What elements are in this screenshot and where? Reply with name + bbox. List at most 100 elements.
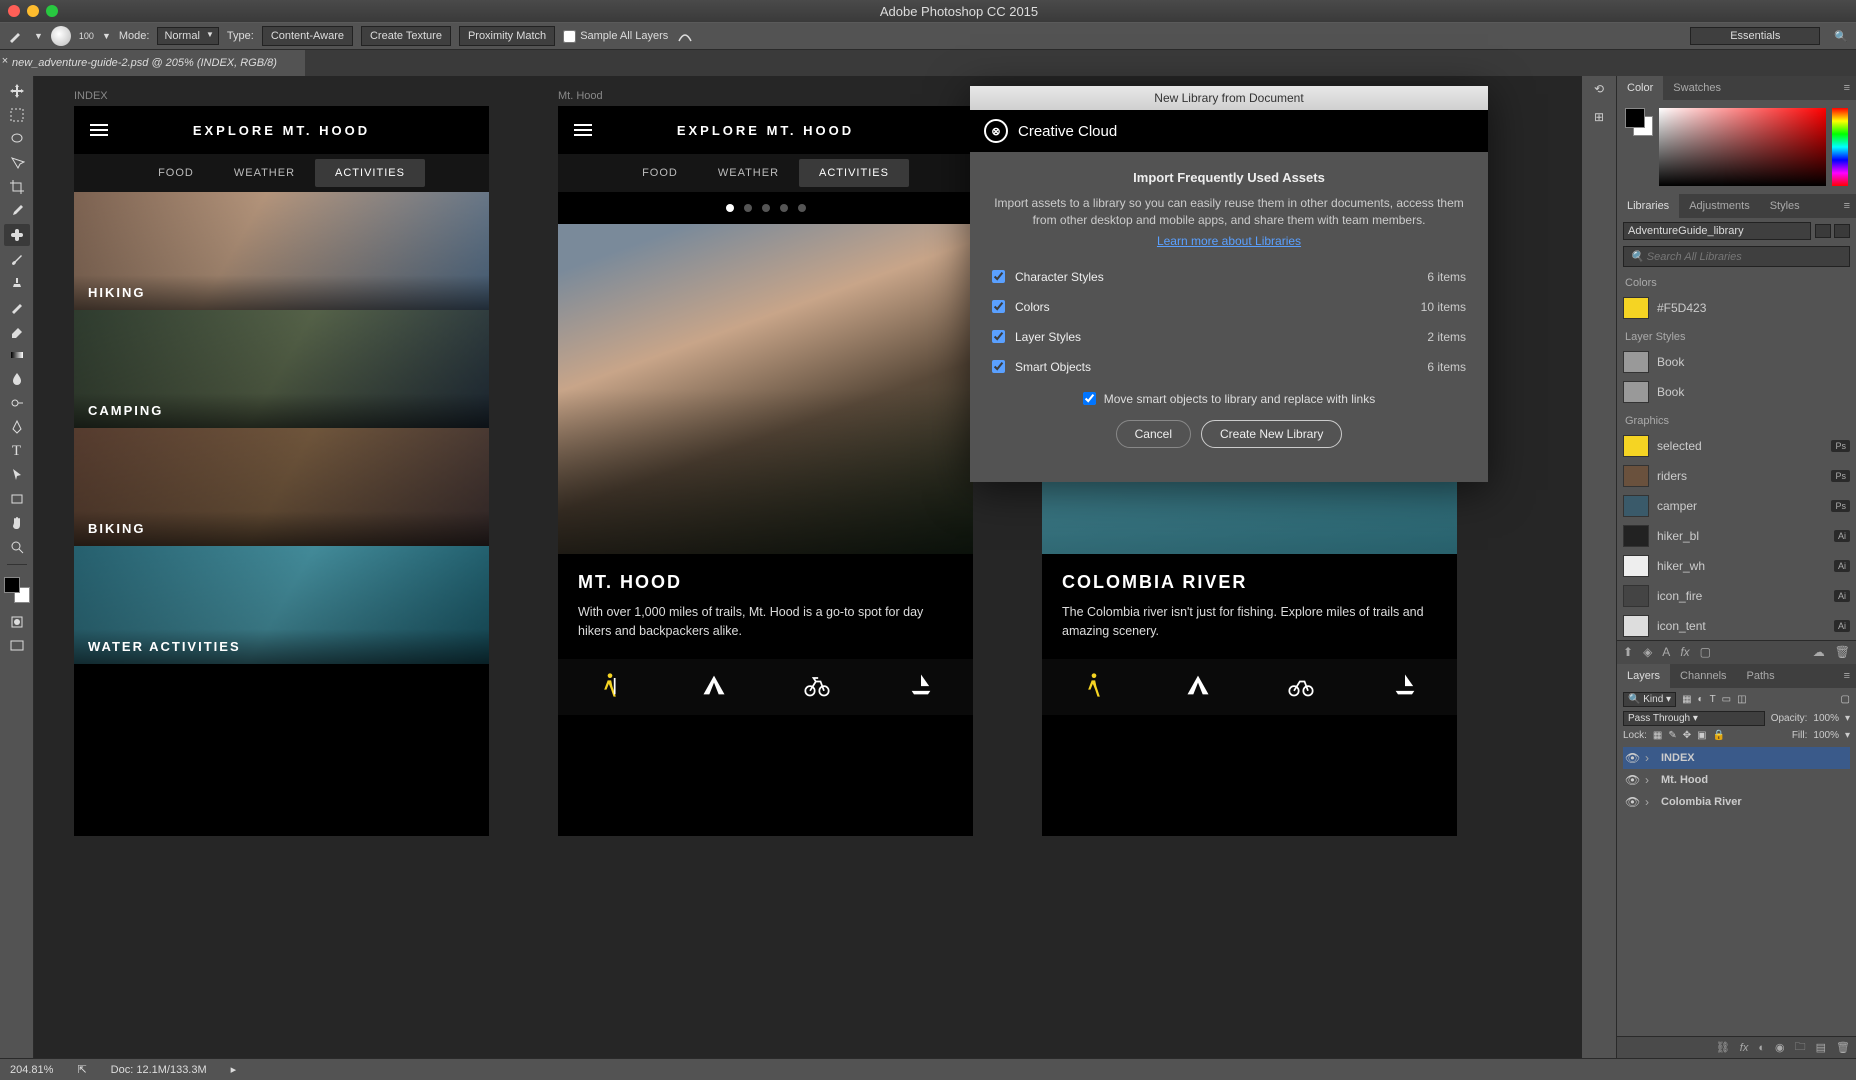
layer-row[interactable]: 👁›Colombia River — [1623, 791, 1850, 813]
library-item[interactable]: selectedPs — [1623, 431, 1850, 461]
close-window-button[interactable] — [8, 5, 20, 17]
list-view-icon[interactable] — [1834, 224, 1850, 238]
layer-fx-icon[interactable]: fx — [1740, 1042, 1749, 1054]
visibility-icon[interactable]: 👁 — [1625, 773, 1639, 787]
history-panel-icon[interactable]: ⟲ — [1594, 82, 1604, 96]
panel-menu-icon[interactable]: ≡ — [1838, 194, 1856, 218]
visibility-icon[interactable]: 👁 — [1625, 751, 1639, 765]
new-fill-icon[interactable]: ◉ — [1775, 1041, 1785, 1054]
screen-mode-tool[interactable] — [4, 635, 30, 657]
filter-type-icon[interactable]: T — [1710, 694, 1716, 705]
search-icon[interactable]: 🔍 — [1834, 30, 1848, 43]
library-item[interactable]: Book — [1623, 347, 1850, 377]
pressure-icon[interactable] — [676, 27, 694, 45]
library-item[interactable]: icon_fireAi — [1623, 581, 1850, 611]
content-aware-button[interactable]: Content-Aware — [262, 26, 353, 46]
dodge-tool[interactable] — [4, 392, 30, 414]
cancel-button[interactable]: Cancel — [1116, 420, 1191, 448]
type-tool[interactable]: T — [4, 440, 30, 462]
new-layer-icon[interactable]: ▤ — [1816, 1041, 1826, 1054]
fill-icon[interactable]: ▢ — [1700, 645, 1711, 659]
layer-row[interactable]: 👁›INDEX — [1623, 747, 1850, 769]
library-select[interactable]: AdventureGuide_library — [1623, 222, 1811, 240]
tab-libraries[interactable]: Libraries — [1617, 194, 1679, 218]
gradient-tool[interactable] — [4, 344, 30, 366]
fill-value[interactable]: 100% — [1813, 730, 1839, 741]
crop-tool[interactable] — [4, 176, 30, 198]
library-item[interactable]: icon_tentAi — [1623, 611, 1850, 640]
blend-mode-select[interactable]: Normal ▼ — [157, 27, 218, 45]
move-smart-objects-checkbox[interactable] — [1083, 392, 1096, 405]
zoom-level[interactable]: 204.81% — [10, 1064, 53, 1076]
chevron-down-icon[interactable]: ▼ — [102, 31, 111, 41]
library-item[interactable]: camperPs — [1623, 491, 1850, 521]
brush-tool[interactable] — [4, 248, 30, 270]
import-asset-row[interactable]: Colors10 items — [990, 292, 1468, 322]
library-item[interactable]: hiker_whAi — [1623, 551, 1850, 581]
document-tab[interactable]: × new_adventure-guide-2.psd @ 205% (INDE… — [0, 50, 305, 76]
create-library-button[interactable]: Create New Library — [1201, 420, 1342, 448]
grid-view-icon[interactable] — [1815, 224, 1831, 238]
proximity-match-button[interactable]: Proximity Match — [459, 26, 555, 46]
import-asset-row[interactable]: Layer Styles2 items — [990, 322, 1468, 352]
chevron-down-icon[interactable]: ▼ — [34, 31, 43, 41]
blur-tool[interactable] — [4, 368, 30, 390]
brush-preview[interactable] — [51, 26, 71, 46]
layer-mask-icon[interactable]: ◐ — [1758, 1042, 1765, 1054]
history-brush-tool[interactable] — [4, 296, 30, 318]
chevron-right-icon[interactable]: › — [1645, 773, 1655, 787]
zoom-window-button[interactable] — [46, 5, 58, 17]
blend-mode-select[interactable]: Pass Through ▾ — [1623, 711, 1765, 726]
trash-icon[interactable]: 🗑 — [1835, 645, 1850, 659]
library-search-input[interactable]: 🔍 Search All Libraries — [1623, 246, 1850, 267]
tab-adjustments[interactable]: Adjustments — [1679, 194, 1760, 218]
new-group-icon[interactable]: 🗀 — [1795, 1038, 1806, 1057]
quick-select-tool[interactable] — [4, 152, 30, 174]
chevron-right-icon[interactable]: › — [1645, 795, 1655, 809]
eyedropper-tool[interactable] — [4, 200, 30, 222]
tab-styles[interactable]: Styles — [1760, 194, 1810, 218]
panel-menu-icon[interactable]: ≡ — [1838, 76, 1856, 100]
pen-tool[interactable] — [4, 416, 30, 438]
close-tab-icon[interactable]: × — [0, 55, 12, 67]
filter-shape-icon[interactable]: ▭ — [1722, 694, 1731, 705]
lock-transparency-icon[interactable]: ▦ — [1653, 730, 1662, 741]
library-item[interactable]: hiker_blAi — [1623, 521, 1850, 551]
library-item[interactable]: Book — [1623, 377, 1850, 407]
status-menu-icon[interactable]: ▸ — [231, 1063, 237, 1076]
filter-toggle[interactable]: ▢ — [1841, 694, 1850, 705]
fx-icon[interactable]: fx — [1680, 645, 1689, 659]
tab-layers[interactable]: Layers — [1617, 664, 1670, 688]
library-item[interactable]: #F5D423 — [1623, 293, 1850, 323]
zoom-tool[interactable] — [4, 536, 30, 558]
color-spectrum[interactable] — [1659, 108, 1826, 186]
hue-slider[interactable] — [1832, 108, 1848, 186]
cloud-icon[interactable]: ☁ — [1813, 645, 1825, 659]
properties-panel-icon[interactable]: ⊞ — [1594, 110, 1604, 124]
color-fgbg[interactable] — [1625, 108, 1653, 136]
rectangle-tool[interactable] — [4, 488, 30, 510]
lasso-tool[interactable] — [4, 128, 30, 150]
create-texture-button[interactable]: Create Texture — [361, 26, 451, 46]
sample-all-layers-checkbox[interactable]: Sample All Layers — [563, 30, 668, 43]
add-asset-icon[interactable]: ⬆ — [1623, 645, 1633, 659]
tab-paths[interactable]: Paths — [1737, 664, 1785, 688]
visibility-icon[interactable]: 👁 — [1625, 795, 1639, 809]
foreground-background-colors[interactable] — [4, 577, 30, 603]
healing-brush-tool[interactable] — [4, 224, 30, 246]
lock-pixels-icon[interactable]: ✎ — [1668, 730, 1676, 741]
library-item[interactable]: ridersPs — [1623, 461, 1850, 491]
lock-artboard-icon[interactable]: ▣ — [1697, 730, 1706, 741]
panel-menu-icon[interactable]: ≡ — [1838, 664, 1856, 688]
path-select-tool[interactable] — [4, 464, 30, 486]
layer-row[interactable]: 👁›Mt. Hood — [1623, 769, 1850, 791]
hand-tool[interactable] — [4, 512, 30, 534]
filter-kind-select[interactable]: 🔍 Kind ▾ — [1623, 692, 1676, 707]
delete-layer-icon[interactable]: 🗑 — [1836, 1041, 1850, 1054]
eraser-tool[interactable] — [4, 320, 30, 342]
learn-more-link[interactable]: Learn more about Libraries — [990, 234, 1468, 248]
filter-pixel-icon[interactable]: ▦ — [1682, 694, 1691, 705]
tab-swatches[interactable]: Swatches — [1663, 76, 1731, 100]
lock-all-icon[interactable]: 🔒 — [1713, 730, 1725, 741]
tab-channels[interactable]: Channels — [1670, 664, 1736, 688]
